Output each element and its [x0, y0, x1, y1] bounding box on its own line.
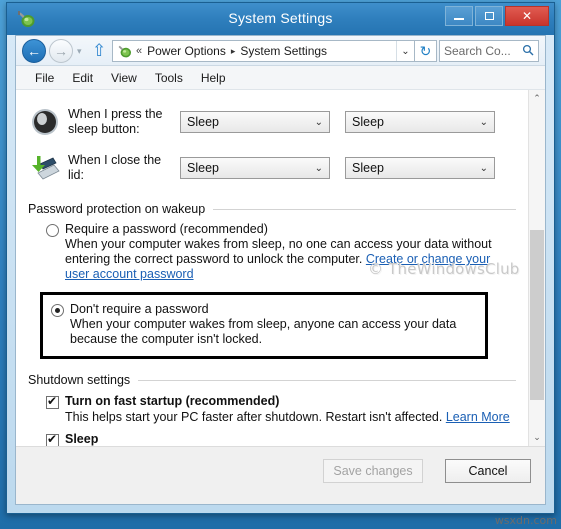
section-header-shutdown-settings: Shutdown settings: [28, 373, 516, 387]
checkbox-row-fast-startup: Turn on fast startup (recommended): [46, 394, 516, 409]
option-dont-require-password-line: Don't require a password: [51, 302, 477, 317]
address-bar[interactable]: « Power Options ▸ System Settings ⌄: [112, 40, 415, 62]
radio-require-password[interactable]: [46, 224, 59, 237]
refresh-button[interactable]: ↻: [415, 40, 437, 62]
checkbox-fast-startup[interactable]: [46, 394, 59, 409]
maximize-icon: [484, 12, 494, 20]
menu-bar: File Edit View Tools Help: [16, 66, 545, 90]
menu-item-help[interactable]: Help: [192, 69, 235, 87]
dialog-footer: Save changes Cancel: [16, 446, 545, 504]
search-input[interactable]: Search Co...: [444, 44, 522, 58]
section-header-password-protection: Password protection on wakeup: [28, 202, 516, 216]
save-changes-button[interactable]: Save changes: [323, 459, 423, 483]
menu-item-edit[interactable]: Edit: [63, 69, 102, 87]
refresh-icon: ↻: [419, 42, 432, 59]
chevron-down-icon: ⌄: [479, 162, 488, 174]
watermark-wsxdn: wsxdn.com: [494, 514, 557, 527]
cancel-button[interactable]: Cancel: [445, 459, 531, 483]
menu-item-view[interactable]: View: [102, 69, 146, 87]
sleep-button-icon: [32, 109, 58, 135]
option-description-dont-require-password: When your computer wakes from sleep, any…: [70, 317, 457, 346]
vertical-scrollbar[interactable]: ⌃ ⌄: [528, 90, 545, 446]
previous-locations-icon[interactable]: «: [136, 45, 142, 57]
system-settings-window: System Settings ✕ ← → ▾ ⇧ « Power Option…: [6, 2, 555, 514]
section-title: Password protection on wakeup: [28, 202, 206, 216]
breadcrumb-power-options[interactable]: Power Options: [147, 44, 226, 58]
checkbox-sleep[interactable]: [46, 432, 59, 446]
settings-content: When I press the sleep button: Sleep ⌄ S…: [16, 90, 545, 446]
option-title-dont-require-password: Don't require a password: [70, 302, 209, 316]
option-require-password: Require a password (recommended) When yo…: [28, 222, 516, 282]
combo-value: Sleep: [352, 161, 384, 175]
combo-close-lid-plugged-in[interactable]: Sleep ⌄: [345, 157, 495, 179]
menu-item-file[interactable]: File: [26, 69, 63, 87]
back-arrow-icon: ←: [27, 43, 41, 59]
scroll-up-button[interactable]: ⌃: [529, 90, 545, 107]
window-controls: ✕: [445, 6, 549, 26]
setting-row-sleep-button: When I press the sleep button: Sleep ⌄ S…: [28, 102, 516, 142]
setting-label-sleep-button: When I press the sleep button:: [68, 107, 163, 136]
shutdown-options: Turn on fast startup (recommended) This …: [28, 394, 516, 446]
menu-item-tools[interactable]: Tools: [146, 69, 192, 87]
navigation-bar: ← → ▾ ⇧ « Power Options ▸ System Setting…: [16, 36, 545, 66]
radio-dont-require-password[interactable]: [51, 304, 64, 317]
close-icon: ✕: [521, 9, 533, 23]
highlight-box-dont-require-password: Don't require a password When your compu…: [40, 292, 488, 359]
recent-locations-button[interactable]: ▾: [77, 46, 82, 57]
scrollbar-thumb[interactable]: [530, 230, 544, 400]
forward-arrow-icon: →: [54, 43, 68, 59]
minimize-icon: [454, 18, 464, 20]
combo-sleep-button-plugged-in[interactable]: Sleep ⌄: [345, 111, 495, 133]
breadcrumb-system-settings[interactable]: System Settings: [240, 44, 327, 58]
section-divider: [138, 379, 516, 381]
address-dropdown-icon[interactable]: ⌄: [396, 41, 414, 61]
power-plug-icon: [118, 45, 131, 58]
section-title: Shutdown settings: [28, 373, 131, 387]
combo-close-lid-on-battery[interactable]: Sleep ⌄: [180, 157, 330, 179]
checkbox-label-fast-startup: Turn on fast startup (recommended): [65, 394, 280, 408]
up-button[interactable]: ⇧: [92, 41, 106, 61]
breadcrumb-separator-icon: ▸: [230, 45, 236, 56]
setting-row-close-lid: When I close the lid: Sleep ⌄ Sleep ⌄: [28, 148, 516, 188]
title-bar: System Settings ✕: [7, 3, 554, 35]
laptop-lid-icon: [32, 156, 60, 180]
option-title-require-password: Require a password (recommended): [65, 222, 268, 236]
back-button[interactable]: ←: [22, 39, 46, 63]
chevron-down-icon: ⌄: [314, 116, 323, 128]
scroll-area: When I press the sleep button: Sleep ⌄ S…: [16, 90, 528, 446]
chevron-down-icon: ⌄: [314, 162, 323, 174]
checkbox-description-text: This helps start your PC faster after sh…: [65, 410, 446, 424]
checkbox-description-fast-startup: This helps start your PC faster after sh…: [65, 409, 516, 425]
maximize-button[interactable]: [475, 6, 503, 26]
section-divider: [213, 208, 516, 210]
scroll-down-button[interactable]: ⌄: [529, 429, 545, 446]
search-box[interactable]: Search Co...: [439, 40, 539, 62]
combo-value: Sleep: [352, 115, 384, 129]
combo-value: Sleep: [187, 115, 219, 129]
search-icon: [522, 44, 534, 59]
setting-label-close-lid: When I close the lid:: [68, 153, 162, 182]
window-body: ← → ▾ ⇧ « Power Options ▸ System Setting…: [15, 35, 546, 505]
combo-value: Sleep: [187, 161, 219, 175]
option-description-require-password: When your computer wakes from sleep, no …: [65, 237, 516, 282]
close-button[interactable]: ✕: [505, 6, 549, 26]
checkbox-row-sleep: Sleep: [46, 432, 516, 446]
combo-sleep-button-on-battery[interactable]: Sleep ⌄: [180, 111, 330, 133]
option-require-password-line: Require a password (recommended): [46, 222, 516, 237]
chevron-down-icon: ⌄: [479, 116, 488, 128]
learn-more-link[interactable]: Learn More: [446, 410, 510, 424]
minimize-button[interactable]: [445, 6, 473, 26]
forward-button[interactable]: →: [49, 39, 73, 63]
checkbox-label-sleep: Sleep: [65, 432, 99, 446]
